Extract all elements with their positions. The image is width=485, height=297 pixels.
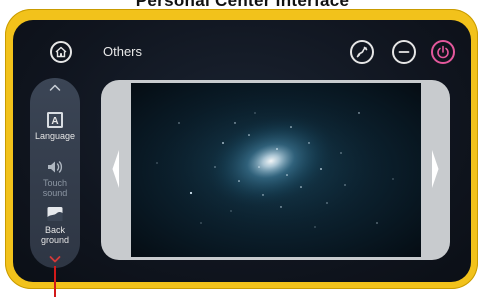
power-button[interactable] (431, 40, 455, 64)
speaker-icon (48, 161, 63, 173)
previous-background-button[interactable] (101, 80, 131, 260)
link-icon (356, 46, 368, 58)
menu-item-background[interactable]: Back ground (30, 205, 80, 245)
galaxy-image (131, 83, 421, 257)
chevron-right-icon (432, 150, 439, 188)
minus-icon (398, 51, 410, 53)
background-carousel (101, 80, 450, 260)
next-background-button[interactable] (420, 80, 450, 260)
menu-label-background: Back ground (40, 225, 70, 245)
side-menu: A Language Touch sound Back ground (30, 78, 80, 268)
chevron-down-icon[interactable] (49, 254, 61, 264)
link-button[interactable] (350, 40, 374, 64)
menu-label-touch-sound: Touch sound (42, 178, 68, 198)
menu-item-language[interactable]: A Language (30, 111, 80, 141)
home-icon (55, 46, 67, 58)
chevron-up-icon[interactable] (49, 83, 61, 93)
language-icon: A (47, 112, 63, 128)
section-title: Others (103, 44, 143, 59)
chevron-left-icon (112, 150, 119, 188)
background-image-icon (47, 207, 63, 221)
annotation-pointer-line (54, 266, 56, 297)
minimize-button[interactable] (392, 40, 416, 64)
menu-label-language: Language (34, 131, 76, 141)
svg-text:A: A (51, 116, 58, 127)
background-preview-image[interactable] (131, 83, 421, 257)
power-icon (437, 45, 449, 59)
home-button[interactable] (50, 41, 72, 63)
menu-item-touch-sound[interactable]: Touch sound (30, 158, 80, 198)
